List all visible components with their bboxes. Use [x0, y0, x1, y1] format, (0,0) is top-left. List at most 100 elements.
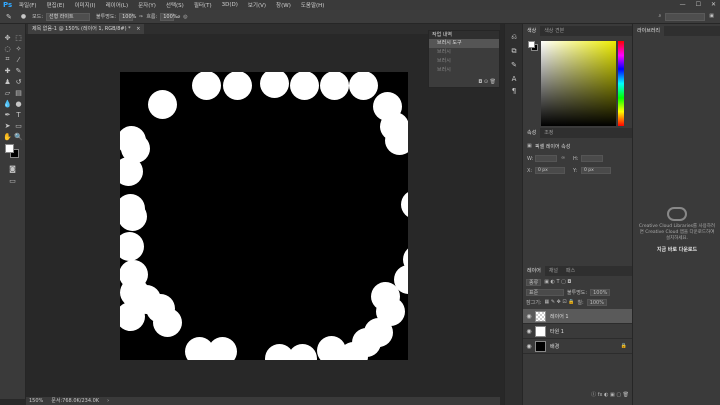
canvas[interactable] [120, 72, 408, 360]
history-footer-icons[interactable]: ◘ ⊙ 🗑 [429, 79, 499, 87]
marquee-tool-icon[interactable]: ⬚ [14, 33, 23, 42]
document-tab[interactable]: 제목 없음-1 @ 150% (레이어 1, RGB/8#) * × [28, 24, 145, 34]
smoothing-icon[interactable]: ⌀ [177, 14, 180, 20]
quick-mask-icon[interactable]: ◙ [8, 164, 17, 173]
menu-image[interactable]: 이미지(I) [69, 1, 100, 9]
clone-source-icon[interactable]: ⧉ [509, 46, 519, 56]
mode-dropdown[interactable]: 선형 라이트 [46, 12, 91, 21]
pen-tool-icon[interactable]: ✒ [3, 110, 12, 119]
dodge-tool-icon[interactable]: ● [14, 99, 23, 108]
zoom-level[interactable]: 150% [29, 397, 43, 405]
type-tool-icon[interactable]: T [14, 110, 23, 119]
menu-file[interactable]: 파일(F) [14, 1, 42, 9]
workspace-dropdown[interactable] [665, 12, 706, 21]
move-tool-icon[interactable]: ✥ [3, 33, 12, 42]
flow-field[interactable]: 100% [160, 12, 178, 21]
document-area [26, 34, 500, 397]
menu-layer[interactable]: 레이어(L) [101, 1, 134, 9]
share-icon[interactable]: ▣ [709, 13, 714, 21]
download-now-link[interactable]: 지금 바로 다운로드 [637, 246, 717, 253]
paragraph-panel-icon[interactable]: ¶ [509, 86, 519, 96]
menu-view[interactable]: 보기(V) [243, 1, 271, 9]
foreground-color-swatch[interactable] [5, 144, 14, 153]
crop-tool-icon[interactable]: ⌗ [3, 55, 12, 64]
hand-tool-icon[interactable]: ✋ [3, 132, 12, 141]
visibility-eye-icon[interactable]: ◉ [523, 328, 535, 335]
document-tab-close-icon[interactable]: × [136, 26, 140, 32]
menu-select[interactable]: 선택(S) [161, 1, 189, 9]
clone-stamp-icon[interactable]: ♟ [3, 77, 12, 86]
history-item[interactable]: 브러시 [429, 48, 499, 57]
color-panel-foreground-swatch[interactable] [528, 41, 535, 48]
history-item[interactable]: 브러시 [429, 57, 499, 66]
tab-layers[interactable]: 레이어 [523, 266, 545, 276]
eraser-icon[interactable]: ▱ [3, 88, 12, 97]
brush-tool-icon[interactable]: ✎ [6, 13, 12, 21]
color-picker-field[interactable] [541, 41, 616, 126]
layer-opacity-field[interactable]: 100% [590, 289, 611, 296]
quick-select-icon[interactable]: ✧ [14, 44, 23, 53]
brush-icon[interactable]: ✎ [14, 66, 23, 75]
layer-row[interactable]: ◉ 배경 🔒 [523, 339, 633, 354]
tab-libraries[interactable]: 라이브러리 [633, 26, 665, 36]
airbrush-icon[interactable]: ✑ [139, 14, 143, 20]
layer-row[interactable]: ◉ 레이어 1 [523, 309, 633, 324]
tab-channels[interactable]: 채널 [545, 266, 562, 276]
layer-name[interactable]: 타원 1 [550, 328, 564, 335]
height-field[interactable] [581, 155, 603, 162]
layer-row[interactable]: ◉ 타원 1 [523, 324, 633, 339]
blend-mode-dropdown[interactable]: 표준 [526, 289, 564, 296]
tab-swatches[interactable]: 색상 견본 [540, 26, 568, 36]
close-button[interactable]: ✕ [711, 1, 716, 8]
menu-window[interactable]: 창(W) [271, 1, 296, 9]
opacity-field[interactable]: 100% [119, 12, 136, 21]
layer-opacity-label: 불투명도: [567, 290, 588, 296]
menu-type[interactable]: 문자(Y) [133, 1, 161, 9]
brush-panel-icon[interactable]: ✎ [509, 60, 519, 70]
menu-help[interactable]: 도움말(H) [296, 1, 330, 9]
character-panel-icon[interactable]: A [509, 74, 519, 84]
filter-icons[interactable]: ▣ ◐ T ▢ ◘ [544, 279, 571, 286]
minimize-button[interactable]: — [680, 1, 686, 8]
menu-edit[interactable]: 편집(E) [42, 1, 70, 9]
layers-footer-icons[interactable]: ⓛ fx ◐ ▣ ▢ 🗑 [523, 390, 633, 400]
tab-properties[interactable]: 속성 [523, 128, 541, 138]
fill-field[interactable]: 100% [586, 299, 607, 306]
lasso-tool-icon[interactable]: ◌ [3, 44, 12, 53]
visibility-eye-icon[interactable]: ◉ [523, 343, 535, 350]
path-select-icon[interactable]: ➤ [3, 121, 12, 130]
link-icon[interactable]: ∞ [561, 155, 565, 161]
lock-icons[interactable]: ▦ ✎ ✥ ⊡ 🔒 [545, 299, 575, 306]
history-brush-icon[interactable]: ↺ [14, 77, 23, 86]
eyedropper-icon[interactable]: ⁄ [14, 55, 23, 64]
y-field[interactable]: 0 px [581, 167, 611, 174]
hue-slider[interactable] [618, 41, 624, 126]
brush-dab [192, 72, 221, 100]
screen-mode-icon[interactable]: ▭ [8, 176, 17, 185]
tab-adjustments[interactable]: 조정 [540, 128, 557, 138]
history-panel-icon[interactable]: ⎌ [509, 32, 519, 42]
maximize-button[interactable]: ☐ [696, 1, 701, 8]
shape-tool-icon[interactable]: ▭ [14, 121, 23, 130]
width-field[interactable] [535, 155, 557, 162]
search-icon[interactable]: ⌕ [658, 13, 661, 21]
gradient-icon[interactable]: ▤ [14, 88, 23, 97]
layer-kind-dropdown[interactable]: 종류 [526, 279, 542, 286]
blur-tool-icon[interactable]: 💧 [3, 99, 12, 108]
layer-name[interactable]: 레이어 1 [550, 313, 569, 320]
menu-filter[interactable]: 필터(T) [189, 1, 217, 9]
tab-color[interactable]: 색상 [523, 26, 541, 36]
pressure-icon[interactable]: ◎ [183, 14, 187, 20]
brush-dab [148, 90, 177, 119]
visibility-eye-icon[interactable]: ◉ [523, 313, 535, 320]
brush-preset-picker[interactable]: ● [21, 13, 26, 20]
menu-3d[interactable]: 3D(D) [217, 2, 243, 8]
healing-brush-icon[interactable]: ✚ [3, 66, 12, 75]
layer-name[interactable]: 배경 [550, 343, 559, 350]
tab-paths[interactable]: 패스 [562, 266, 579, 276]
status-menu-arrow[interactable]: › [107, 397, 109, 405]
history-item[interactable]: 브러시 도구 [429, 39, 499, 48]
x-field[interactable]: 0 px [535, 167, 565, 174]
history-item[interactable]: 브러시 [429, 66, 499, 75]
zoom-tool-icon[interactable]: 🔍 [14, 132, 23, 141]
